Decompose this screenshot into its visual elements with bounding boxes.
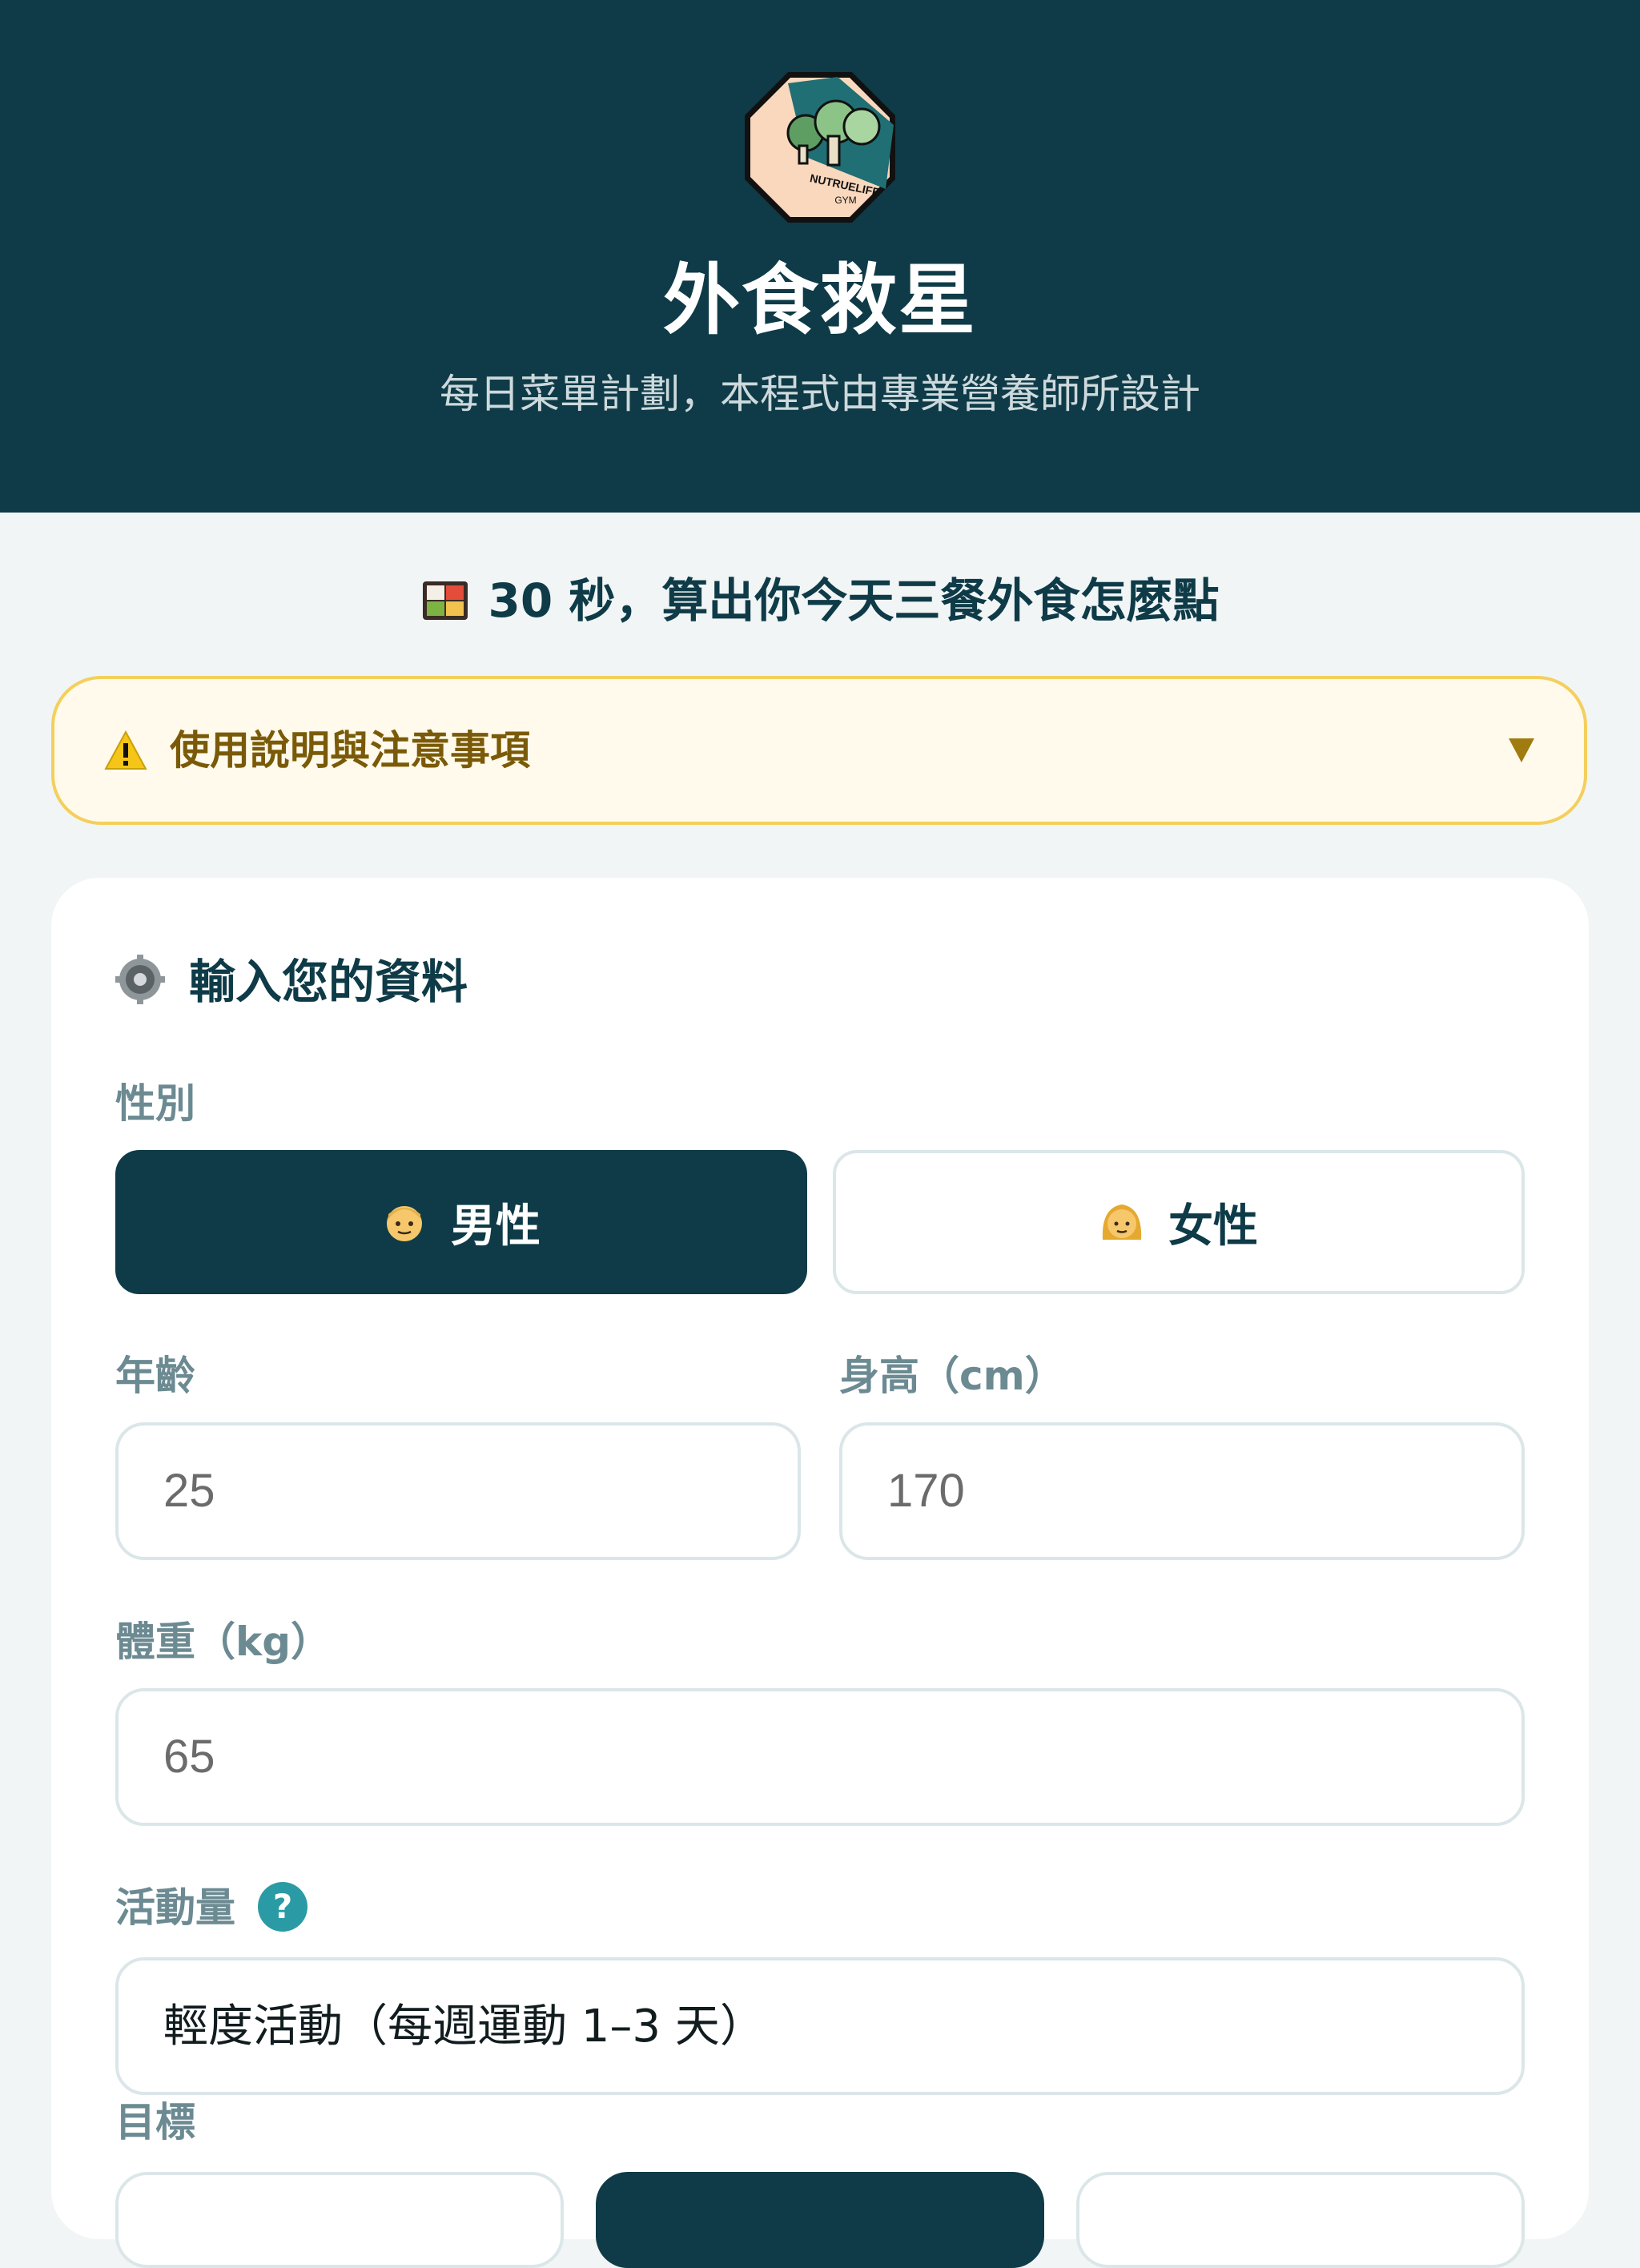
gender-label: 性別 xyxy=(115,1080,195,1127)
activity-select[interactable]: 輕度活動（每週運動 1–3 天） xyxy=(115,1957,1525,2095)
warning-icon xyxy=(104,730,147,770)
app-subtitle: 每日菜單計劃，本程式由專業營養師所設計 xyxy=(440,371,1200,417)
height-input[interactable]: 170 xyxy=(839,1422,1525,1560)
headline-text: 30 秒，算出你今天三餐外食怎麼點 xyxy=(488,573,1220,628)
notice-label: 使用說明與注意事項 xyxy=(170,727,530,774)
page-headline: 30 秒，算出你今天三餐外食怎麼點 xyxy=(0,572,1640,629)
gear-icon xyxy=(115,955,165,1004)
svg-text:GYM: GYM xyxy=(834,195,856,206)
age-label: 年齡 xyxy=(115,1353,195,1399)
goal-option-2[interactable] xyxy=(596,2172,1044,2268)
form-title-text: 輸入您的資料 xyxy=(189,955,468,1009)
activity-select-value: 輕度活動（每週運動 1–3 天） xyxy=(163,2001,765,2053)
usage-notice-accordion[interactable]: 使用說明與注意事項 xyxy=(51,676,1587,825)
gender-male-label: 男性 xyxy=(451,1200,541,1253)
woman-icon xyxy=(1102,1204,1142,1240)
height-placeholder: 170 xyxy=(887,1465,965,1517)
age-placeholder: 25 xyxy=(163,1465,215,1517)
activity-label-row: 活動量? xyxy=(115,1882,308,1933)
form-title: 輸入您的資料 xyxy=(115,950,468,1014)
nutruelife-logo: NUTRUELIFE GYM xyxy=(745,72,895,223)
app-title: 外食救星 xyxy=(663,255,977,345)
app-header: NUTRUELIFE GYM 外食救星 每日菜單計劃，本程式由專業營養師所設計 xyxy=(0,0,1640,513)
gender-male-button[interactable]: 男性 xyxy=(115,1150,807,1294)
gender-female-label: 女性 xyxy=(1168,1200,1258,1253)
goal-option-1[interactable] xyxy=(115,2172,564,2268)
height-label: 身高（cm） xyxy=(839,1353,1065,1399)
weight-label: 體重（kg） xyxy=(115,1619,332,1665)
weight-input[interactable]: 65 xyxy=(115,1688,1525,1826)
bento-box-icon xyxy=(422,581,468,620)
weight-placeholder: 65 xyxy=(163,1731,215,1783)
goal-label: 目標 xyxy=(115,2099,195,2145)
help-icon[interactable]: ? xyxy=(258,1882,308,1932)
man-icon xyxy=(387,1206,422,1241)
gender-female-button[interactable]: 女性 xyxy=(833,1150,1525,1294)
goal-option-3[interactable] xyxy=(1076,2172,1525,2268)
activity-label: 活動量 xyxy=(115,1884,235,1931)
chevron-down-icon[interactable] xyxy=(1509,738,1534,762)
input-form-card: 輸入您的資料 性別 男性 女性 年齡 身高（cm） 25 170 體重（kg） … xyxy=(51,878,1589,2268)
age-input[interactable]: 25 xyxy=(115,1422,801,1560)
